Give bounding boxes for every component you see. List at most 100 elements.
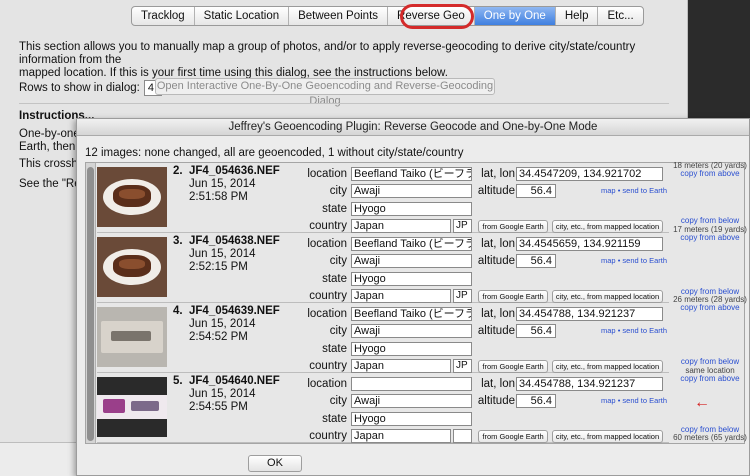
from-google-earth-button[interactable]: from Google Earth: [478, 430, 548, 443]
photo-filename: JF4_054640.NEF: [189, 375, 280, 387]
map-link[interactable]: map: [601, 186, 616, 195]
altitude-label: altitude: [477, 185, 515, 197]
country-field[interactable]: Japan: [351, 289, 451, 303]
tab-between-points[interactable]: Between Points: [289, 7, 389, 25]
dot-separator: •: [617, 186, 621, 195]
country-code-field[interactable]: [453, 429, 472, 443]
tab-static-location[interactable]: Static Location: [195, 7, 290, 25]
distance-note: 60 meters (65 yards): [673, 433, 747, 442]
map-links: map • send to Earth: [601, 326, 667, 335]
location-field[interactable]: Beefland Taiko (ビーフランド: [351, 237, 472, 251]
latlon-field[interactable]: 34.4545659, 134.921159: [516, 237, 663, 251]
country-field[interactable]: Japan: [351, 359, 451, 373]
state-field[interactable]: Hyogo: [351, 202, 472, 216]
city-field[interactable]: Awaji: [351, 324, 472, 338]
country-label: country: [309, 430, 347, 442]
city-from-map-button[interactable]: city, etc., from mapped location: [552, 290, 663, 303]
copy-from-above-link[interactable]: copy from above: [670, 374, 750, 383]
country-code-field[interactable]: JP: [453, 219, 472, 233]
photo-thumbnail[interactable]: [97, 167, 167, 227]
state-field[interactable]: Hyogo: [351, 342, 472, 356]
state-field[interactable]: Hyogo: [351, 272, 472, 286]
altitude-field[interactable]: 56.4: [516, 394, 556, 408]
photo-thumbnail[interactable]: [97, 307, 167, 367]
city-from-map-button[interactable]: city, etc., from mapped location: [552, 220, 663, 233]
send-to-earth-link[interactable]: send to Earth: [622, 186, 667, 195]
city-label: city: [329, 255, 347, 267]
city-field[interactable]: Awaji: [351, 184, 472, 198]
left-arrow-icon: ←: [694, 394, 710, 411]
state-field[interactable]: Hyogo: [351, 412, 472, 426]
instructions-text: This crossha: [19, 158, 85, 170]
copy-from-above-link[interactable]: copy from above: [670, 303, 750, 312]
copy-from-above-link[interactable]: copy from above: [670, 169, 750, 178]
rows-label: Rows to show in dialog:: [19, 82, 140, 94]
latlon-label: lat, lon: [481, 168, 515, 180]
map-link[interactable]: map: [601, 326, 616, 335]
photo-thumbnail[interactable]: [97, 237, 167, 297]
latlon-label: lat, lon: [481, 378, 515, 390]
city-from-map-button[interactable]: city, etc., from mapped location: [552, 430, 663, 443]
from-google-earth-button[interactable]: from Google Earth: [478, 290, 548, 303]
altitude-label: altitude: [477, 255, 515, 267]
city-field[interactable]: Awaji: [351, 394, 472, 408]
photo-number: 4.: [173, 305, 183, 317]
state-label: state: [322, 273, 347, 285]
latlon-field[interactable]: 34.4547209, 134.921702: [516, 167, 663, 181]
from-google-earth-button[interactable]: from Google Earth: [478, 220, 548, 233]
location-field[interactable]: Beefland Taiko (ビーフランド: [351, 307, 472, 321]
state-label: state: [322, 413, 347, 425]
copy-from-below-link[interactable]: copy from below: [670, 216, 750, 225]
tab-bar: Tracklog Static Location Between Points …: [131, 6, 644, 26]
city-from-map-button[interactable]: city, etc., from mapped location: [552, 360, 663, 373]
scroll-thumb[interactable]: [87, 167, 94, 441]
copy-from-above-link[interactable]: copy from above: [670, 233, 750, 242]
tab-one-by-one[interactable]: One by One: [474, 7, 556, 25]
open-dialog-button[interactable]: Open Interactive One-By-One Geoencoding …: [155, 78, 495, 107]
country-field[interactable]: Japan: [351, 219, 451, 233]
tab-etc[interactable]: Etc...: [598, 7, 642, 25]
latlon-field[interactable]: 34.454788, 134.921237: [516, 307, 663, 321]
city-field[interactable]: Awaji: [351, 254, 472, 268]
location-label: location: [307, 238, 347, 250]
country-code-field[interactable]: JP: [453, 289, 472, 303]
photo-time: 2:54:55 PM: [189, 401, 248, 413]
ok-button[interactable]: OK: [248, 455, 302, 472]
altitude-field[interactable]: 56.4: [516, 324, 556, 338]
map-links: map • send to Earth: [601, 396, 667, 405]
scrollbar[interactable]: [86, 163, 96, 443]
altitude-field[interactable]: 56.4: [516, 254, 556, 268]
country-label: country: [309, 220, 347, 232]
summary-text: 12 images: none changed, all are geoenco…: [85, 147, 464, 159]
altitude-field[interactable]: 56.4: [516, 184, 556, 198]
photo-date: Jun 15, 2014: [189, 248, 256, 260]
instructions-text: One-by-one: [19, 128, 80, 140]
intro-text: This section allows you to manually map …: [19, 41, 669, 80]
photo-list[interactable]: 2. JF4_054636.NEF Jun 15, 2014 2:51:58 PM lo…: [85, 162, 745, 444]
country-label: country: [309, 360, 347, 372]
photo-thumbnail[interactable]: [97, 377, 167, 437]
divider: [19, 103, 669, 104]
altitude-label: altitude: [477, 395, 515, 407]
photo-date: Jun 15, 2014: [189, 318, 256, 330]
state-label: state: [322, 343, 347, 355]
send-to-earth-link[interactable]: send to Earth: [622, 396, 667, 405]
copy-from-below-link[interactable]: copy from below: [670, 357, 750, 366]
photo-filename: JF4_054639.NEF: [189, 305, 280, 317]
send-to-earth-link[interactable]: send to Earth: [622, 256, 667, 265]
country-code-field[interactable]: JP: [453, 359, 472, 373]
location-label: location: [307, 168, 347, 180]
map-link[interactable]: map: [601, 256, 616, 265]
location-field[interactable]: [351, 377, 472, 391]
dialog-title: Jeffrey's Geoencoding Plugin: Reverse Ge…: [77, 119, 749, 136]
latlon-field[interactable]: 34.454788, 134.921237: [516, 377, 663, 391]
tab-help[interactable]: Help: [556, 7, 599, 25]
location-field[interactable]: Beefland Taiko (ビーフランド: [351, 167, 472, 181]
send-to-earth-link[interactable]: send to Earth: [622, 326, 667, 335]
country-field[interactable]: Japan: [351, 429, 451, 443]
photo-row: 4. JF4_054639.NEF Jun 15, 2014 2:54:52 PM lo…: [97, 303, 669, 373]
map-link[interactable]: map: [601, 396, 616, 405]
tab-tracklog[interactable]: Tracklog: [132, 7, 195, 25]
state-label: state: [322, 203, 347, 215]
from-google-earth-button[interactable]: from Google Earth: [478, 360, 548, 373]
